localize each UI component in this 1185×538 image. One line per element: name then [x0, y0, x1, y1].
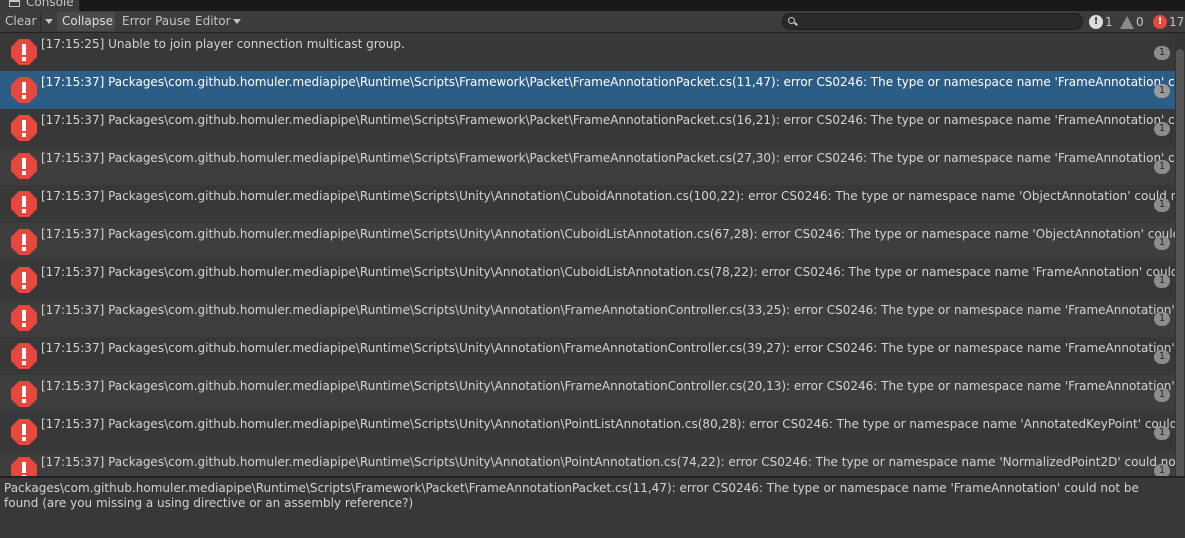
- warning-messages-toggle[interactable]: 0: [1120, 13, 1150, 31]
- tab-strip: Console: [0, 0, 1185, 11]
- log-entry-text: [17:15:37] Packages\com.github.homuler.m…: [41, 113, 1185, 127]
- error-icon: [11, 115, 37, 141]
- log-entry[interactable]: [17:15:37] Packages\com.github.homuler.m…: [0, 299, 1185, 337]
- log-entry-text: [17:15:25] Unable to join player connect…: [41, 37, 405, 51]
- console-toolbar: Clear Collapse Error Pause Editor ! 1 0 …: [0, 11, 1185, 33]
- error-icon: [11, 419, 37, 445]
- error-icon: [11, 191, 37, 217]
- log-detail-pane: Packages\com.github.homuler.mediapipe\Ru…: [0, 478, 1185, 538]
- log-entry-count-badge: 1: [1154, 84, 1170, 98]
- log-entry[interactable]: [17:15:37] Packages\com.github.homuler.m…: [0, 185, 1185, 223]
- editor-dropdown[interactable]: Editor: [190, 12, 242, 31]
- error-icon: [11, 153, 37, 179]
- log-list[interactable]: [17:15:25] Unable to join player connect…: [0, 33, 1185, 476]
- log-entry-count-badge: 1: [1154, 388, 1170, 402]
- chevron-down-icon: [232, 19, 241, 24]
- error-count: 17: [1169, 15, 1185, 29]
- clear-button[interactable]: Clear: [0, 12, 40, 31]
- error-messages-toggle[interactable]: ! 17: [1153, 13, 1185, 31]
- log-entry-text: [17:15:37] Packages\com.github.homuler.m…: [41, 303, 1185, 317]
- error-icon: [11, 457, 37, 476]
- error-icon: [11, 381, 37, 407]
- tab-console[interactable]: Console: [0, 0, 80, 11]
- log-entry[interactable]: [17:15:37] Packages\com.github.homuler.m…: [0, 375, 1185, 413]
- log-entry-count-badge: 1: [1154, 464, 1170, 476]
- error-icon: [11, 77, 37, 103]
- log-entry-selected[interactable]: [17:15:37] Packages\com.github.homuler.m…: [0, 71, 1185, 109]
- search-icon: [788, 17, 795, 24]
- info-messages-toggle[interactable]: ! 1: [1089, 13, 1117, 31]
- log-entry-count-badge: 1: [1154, 274, 1170, 288]
- log-entry-text: [17:15:37] Packages\com.github.homuler.m…: [41, 455, 1185, 469]
- error-icon: [11, 267, 37, 293]
- info-icon: !: [1089, 15, 1103, 29]
- log-entry-text: [17:15:37] Packages\com.github.homuler.m…: [41, 379, 1185, 393]
- info-count: 1: [1105, 15, 1113, 29]
- log-entry-text: [17:15:37] Packages\com.github.homuler.m…: [41, 417, 1185, 431]
- log-entry-count-badge: 1: [1154, 426, 1170, 440]
- log-entry-text: [17:15:37] Packages\com.github.homuler.m…: [41, 151, 1185, 165]
- log-entry-count-badge: 1: [1154, 160, 1170, 174]
- log-entry[interactable]: [17:15:37] Packages\com.github.homuler.m…: [0, 413, 1185, 451]
- log-entry-count-badge: 1: [1154, 350, 1170, 364]
- error-icon: [11, 39, 37, 65]
- log-entry[interactable]: [17:15:37] Packages\com.github.homuler.m…: [0, 337, 1185, 375]
- error-icon: [11, 229, 37, 255]
- log-entry-text: [17:15:37] Packages\com.github.homuler.m…: [41, 227, 1185, 241]
- log-entry-count-badge: 1: [1154, 46, 1170, 60]
- log-entry[interactable]: [17:15:25] Unable to join player connect…: [0, 33, 1185, 71]
- warning-count: 0: [1136, 15, 1144, 29]
- log-entry-text: [17:15:37] Packages\com.github.homuler.m…: [41, 189, 1185, 203]
- search-field[interactable]: [782, 13, 1083, 30]
- clear-options-dropdown[interactable]: [40, 12, 56, 31]
- log-entry-text: [17:15:37] Packages\com.github.homuler.m…: [41, 75, 1185, 89]
- error-icon: [11, 305, 37, 331]
- scrollbar-thumb[interactable]: [1176, 49, 1184, 479]
- log-entry-count-badge: 1: [1154, 122, 1170, 136]
- log-entry-count-badge: 1: [1154, 236, 1170, 250]
- warning-icon: [1120, 16, 1134, 29]
- search-input[interactable]: [799, 14, 1079, 29]
- log-entry[interactable]: [17:15:37] Packages\com.github.homuler.m…: [0, 261, 1185, 299]
- log-entry[interactable]: [17:15:37] Packages\com.github.homuler.m…: [0, 223, 1185, 261]
- log-entry-text: [17:15:37] Packages\com.github.homuler.m…: [41, 341, 1185, 355]
- log-entry-count-badge: 1: [1154, 312, 1170, 326]
- log-entry[interactable]: [17:15:37] Packages\com.github.homuler.m…: [0, 147, 1185, 185]
- log-detail-text: Packages\com.github.homuler.mediapipe\Ru…: [4, 481, 1139, 510]
- collapse-toggle[interactable]: Collapse: [57, 12, 115, 31]
- error-icon: !: [1153, 15, 1167, 29]
- error-pause-toggle[interactable]: Error Pause: [117, 12, 190, 31]
- log-entry-text: [17:15:37] Packages\com.github.homuler.m…: [41, 265, 1185, 279]
- log-entry[interactable]: [17:15:37] Packages\com.github.homuler.m…: [0, 109, 1185, 147]
- log-entry[interactable]: [17:15:37] Packages\com.github.homuler.m…: [0, 451, 1185, 476]
- tab-console-label: Console: [26, 0, 74, 9]
- log-list-scrollbar[interactable]: [1175, 33, 1185, 479]
- console-icon: [9, 0, 20, 7]
- editor-dropdown-label: Editor: [195, 14, 231, 28]
- error-icon: [11, 343, 37, 369]
- log-entry-count-badge: 1: [1154, 198, 1170, 212]
- chevron-down-icon: [45, 19, 53, 24]
